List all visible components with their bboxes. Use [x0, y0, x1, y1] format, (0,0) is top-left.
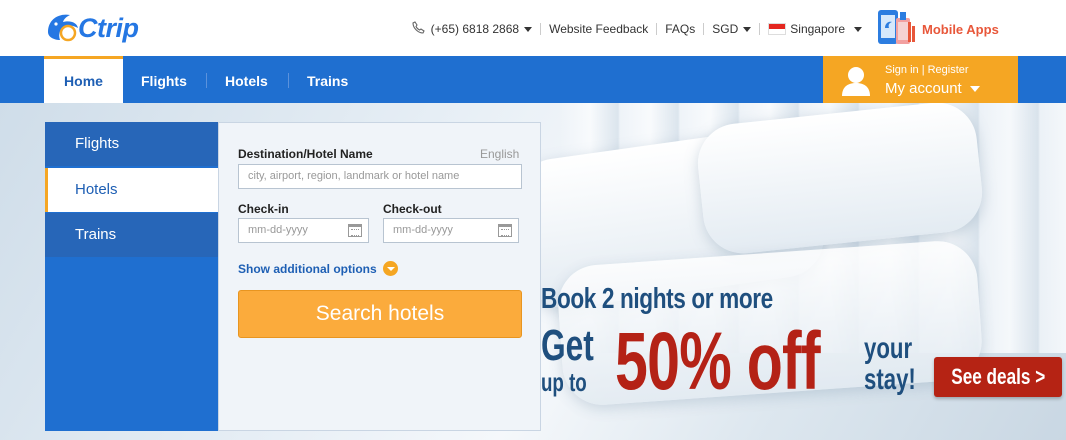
nav-flights[interactable]: Flights [141, 56, 187, 103]
top-bar: Ctrip (+65) 6818 2868 Website Feedback F… [0, 0, 1066, 58]
destination-input[interactable]: city, airport, region, landmark or hotel… [238, 164, 522, 189]
checkin-date-input[interactable]: mm-dd-yyyy [238, 218, 369, 243]
promo-up-to: up to [541, 367, 587, 397]
checkout-placeholder: mm-dd-yyyy [393, 224, 453, 236]
nav-divider [206, 73, 207, 88]
mobile-apps-link[interactable]: Mobile Apps [876, 8, 999, 51]
search-hotels-button[interactable]: Search hotels [238, 290, 522, 338]
destination-label: Destination/Hotel Name [238, 147, 373, 161]
mobile-phones-icon [876, 8, 918, 51]
nav-trains[interactable]: Trains [307, 56, 348, 103]
hotel-search-panel: Destination/Hotel Name English city, air… [218, 122, 541, 431]
brand-name: Ctrip [78, 12, 139, 43]
see-deals-button[interactable]: See deals > [934, 357, 1062, 397]
divider [703, 23, 705, 35]
chevron-down-icon [969, 86, 980, 93]
mobile-apps-label: Mobile Apps [922, 22, 999, 37]
tab-hotels[interactable]: Hotels [45, 168, 218, 212]
promo-your: your [864, 332, 913, 365]
my-account-text: My account [885, 80, 962, 97]
promo-discount: 50% off [615, 316, 821, 407]
promo-get: Get [541, 321, 594, 370]
chevron-down-icon[interactable] [854, 26, 862, 32]
checkout-label: Check-out [383, 202, 442, 216]
checkin-label: Check-in [238, 202, 289, 216]
my-account-label[interactable]: My account [885, 80, 980, 97]
dolphin-logo-icon [44, 10, 82, 46]
divider [759, 23, 761, 35]
nav-home[interactable]: Home [44, 56, 123, 103]
sign-in-register-link[interactable]: Sign in | Register [885, 64, 969, 76]
expand-circle-icon [382, 261, 398, 276]
website-feedback-link[interactable]: Website Feedback [549, 22, 648, 36]
phone-number[interactable]: (+65) 6818 2868 [431, 22, 519, 36]
nav-divider [288, 73, 289, 88]
faqs-link[interactable]: FAQs [665, 22, 695, 36]
language-toggle[interactable]: English [480, 147, 519, 161]
promo-headline: Book 2 nights or more [541, 283, 773, 315]
chevron-down-icon[interactable] [743, 26, 752, 32]
tab-flights[interactable]: Flights [45, 122, 218, 166]
account-menu[interactable]: Sign in | Register My account [823, 56, 1018, 103]
top-links: (+65) 6818 2868 Website Feedback FAQs SG… [412, 21, 862, 37]
phone-icon [412, 21, 425, 37]
additional-options-toggle[interactable]: Show additional options [238, 261, 398, 276]
ctrip-logo[interactable]: Ctrip [44, 8, 139, 48]
calendar-icon[interactable] [498, 224, 512, 237]
divider [540, 23, 542, 35]
nav-hotels[interactable]: Hotels [225, 56, 268, 103]
divider [656, 23, 658, 35]
user-avatar-icon [840, 64, 872, 101]
calendar-icon[interactable] [348, 224, 362, 237]
checkout-date-input[interactable]: mm-dd-yyyy [383, 218, 519, 243]
see-deals-label: See deals > [951, 364, 1045, 389]
promo-stay: stay! [864, 363, 916, 396]
checkin-placeholder: mm-dd-yyyy [248, 224, 308, 236]
chevron-down-icon[interactable] [524, 26, 533, 32]
currency-selector[interactable]: SGD [712, 22, 738, 36]
search-tabs: Flights Hotels Trains [45, 122, 218, 431]
singapore-flag-icon [768, 23, 787, 35]
tab-trains[interactable]: Trains [45, 213, 218, 257]
region-selector[interactable]: Singapore [790, 22, 845, 36]
additional-options-label: Show additional options [238, 261, 377, 276]
